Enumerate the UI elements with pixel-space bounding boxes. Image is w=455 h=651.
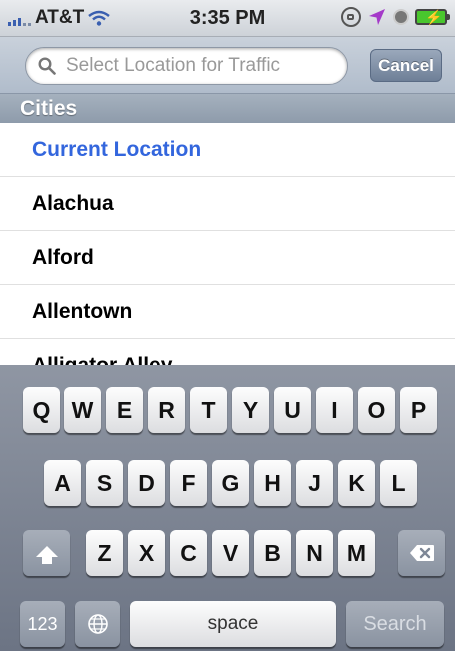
key-y[interactable]: Y bbox=[232, 387, 269, 433]
key-o[interactable]: O bbox=[358, 387, 395, 433]
keyboard-row-2: A S D F G H J K L bbox=[0, 460, 455, 506]
list-item[interactable]: Alford bbox=[0, 231, 455, 285]
globe-icon bbox=[87, 614, 108, 634]
key-a[interactable]: A bbox=[44, 460, 81, 506]
key-t[interactable]: T bbox=[190, 387, 227, 433]
status-bar: AT&T 3:35 PM ⚡ bbox=[0, 0, 455, 37]
keyboard-row-3: Z X C V B N M bbox=[0, 530, 455, 576]
key-h[interactable]: H bbox=[254, 460, 291, 506]
key-s[interactable]: S bbox=[86, 460, 123, 506]
search-input[interactable] bbox=[66, 48, 336, 84]
key-i[interactable]: I bbox=[316, 387, 353, 433]
key-d[interactable]: D bbox=[128, 460, 165, 506]
key-q[interactable]: Q bbox=[23, 387, 60, 433]
section-header-cities: Cities bbox=[0, 94, 455, 123]
key-e[interactable]: E bbox=[106, 387, 143, 433]
key-r[interactable]: R bbox=[148, 387, 185, 433]
list-item[interactable]: Alligator Alley bbox=[0, 339, 455, 366]
city-list[interactable]: Current Location Alachua Alford Allentow… bbox=[0, 123, 455, 365]
globe-key[interactable] bbox=[75, 601, 120, 647]
battery-icon: ⚡ bbox=[415, 9, 450, 25]
keyboard: Q W E R T Y U I O P A S D F G H J K L Z … bbox=[0, 365, 455, 651]
key-p[interactable]: P bbox=[400, 387, 437, 433]
keyboard-row-4: 123 space Search bbox=[0, 601, 455, 647]
location-arrow-icon bbox=[369, 9, 385, 25]
cancel-button[interactable]: Cancel bbox=[370, 49, 442, 82]
list-item-current-location[interactable]: Current Location bbox=[0, 123, 455, 177]
key-k[interactable]: K bbox=[338, 460, 375, 506]
key-b[interactable]: B bbox=[254, 530, 291, 576]
search-key[interactable]: Search bbox=[346, 601, 444, 647]
key-m[interactable]: M bbox=[338, 530, 375, 576]
search-bar: Cancel bbox=[0, 37, 455, 94]
key-g[interactable]: G bbox=[212, 460, 249, 506]
key-f[interactable]: F bbox=[170, 460, 207, 506]
key-c[interactable]: C bbox=[170, 530, 207, 576]
key-v[interactable]: V bbox=[212, 530, 249, 576]
shift-key[interactable] bbox=[23, 530, 70, 576]
space-key[interactable]: space bbox=[130, 601, 336, 647]
search-field[interactable] bbox=[25, 47, 348, 85]
key-n[interactable]: N bbox=[296, 530, 333, 576]
alarm-icon bbox=[393, 9, 409, 25]
rotation-lock-icon bbox=[341, 7, 361, 27]
key-j[interactable]: J bbox=[296, 460, 333, 506]
key-l[interactable]: L bbox=[380, 460, 417, 506]
key-w[interactable]: W bbox=[64, 387, 101, 433]
shift-icon bbox=[35, 545, 58, 564]
key-u[interactable]: U bbox=[274, 387, 311, 433]
search-icon bbox=[38, 57, 56, 75]
keyboard-row-1: Q W E R T Y U I O P bbox=[0, 387, 455, 433]
backspace-icon bbox=[409, 545, 434, 561]
key-z[interactable]: Z bbox=[86, 530, 123, 576]
numbers-key[interactable]: 123 bbox=[20, 601, 65, 647]
key-x[interactable]: X bbox=[128, 530, 165, 576]
status-icons: ⚡ bbox=[341, 7, 450, 27]
list-item[interactable]: Alachua bbox=[0, 177, 455, 231]
list-item[interactable]: Allentown bbox=[0, 285, 455, 339]
backspace-key[interactable] bbox=[398, 530, 445, 576]
